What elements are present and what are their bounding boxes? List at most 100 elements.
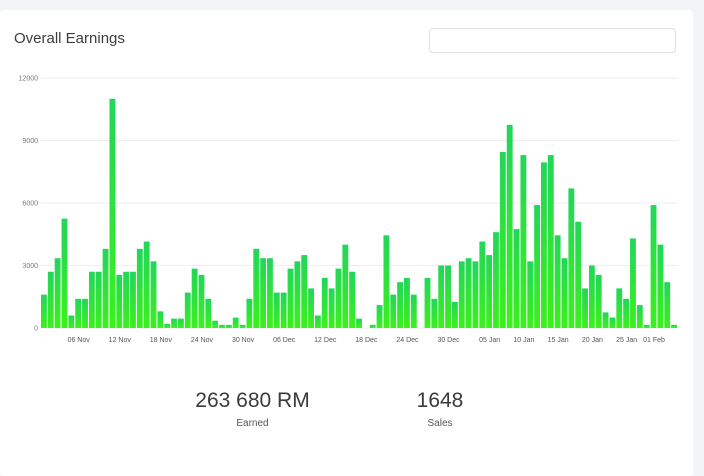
bar[interactable] xyxy=(116,274,123,329)
bar[interactable] xyxy=(219,324,225,329)
bar[interactable] xyxy=(561,258,568,328)
bar[interactable] xyxy=(280,292,287,328)
bar[interactable] xyxy=(541,162,547,329)
bar[interactable] xyxy=(273,292,280,328)
bar[interactable] xyxy=(212,320,219,328)
bar[interactable] xyxy=(267,258,273,328)
bar[interactable] xyxy=(61,218,68,329)
bar[interactable] xyxy=(68,315,75,329)
bar[interactable] xyxy=(383,235,390,328)
bar[interactable] xyxy=(198,274,205,329)
bar[interactable] xyxy=(582,288,588,328)
bar[interactable] xyxy=(657,244,664,328)
bar[interactable] xyxy=(314,315,321,329)
bar[interactable] xyxy=(253,248,260,328)
x-tick-label: 12 Dec xyxy=(314,337,337,344)
bar[interactable] xyxy=(294,261,301,328)
bar[interactable] xyxy=(554,235,561,328)
x-tick-label: 01 Feb xyxy=(643,337,665,344)
bar[interactable] xyxy=(506,124,513,329)
bar[interactable] xyxy=(335,268,342,329)
x-tick-label: 24 Nov xyxy=(191,337,214,344)
bar[interactable] xyxy=(493,232,499,328)
bar[interactable] xyxy=(575,221,582,328)
bar[interactable] xyxy=(82,298,88,328)
bar[interactable] xyxy=(671,324,677,329)
bar[interactable] xyxy=(424,278,431,328)
bar[interactable] xyxy=(376,305,383,328)
bar[interactable] xyxy=(595,274,602,329)
y-tick-label: 0 xyxy=(34,326,38,333)
bar[interactable] xyxy=(534,205,541,328)
bar[interactable] xyxy=(486,255,493,328)
bar[interactable] xyxy=(499,151,506,328)
bar[interactable] xyxy=(664,282,671,328)
bar[interactable] xyxy=(246,298,253,328)
bar[interactable] xyxy=(369,324,376,329)
bar[interactable] xyxy=(191,268,198,329)
bar[interactable] xyxy=(445,265,451,329)
bar[interactable] xyxy=(513,229,520,328)
bar[interactable] xyxy=(260,258,267,328)
bar[interactable] xyxy=(547,155,554,328)
bar[interactable] xyxy=(239,324,246,329)
bar[interactable] xyxy=(568,188,575,328)
bar[interactable] xyxy=(328,288,335,328)
bar[interactable] xyxy=(404,278,410,328)
bar[interactable] xyxy=(88,271,95,328)
bar[interactable] xyxy=(321,278,328,328)
bar[interactable] xyxy=(650,205,657,328)
bar[interactable] xyxy=(609,317,616,328)
bar[interactable] xyxy=(95,271,102,328)
bar[interactable] xyxy=(171,318,177,329)
bar[interactable] xyxy=(643,324,650,329)
bar[interactable] xyxy=(75,298,82,328)
bar[interactable] xyxy=(397,282,404,328)
bar[interactable] xyxy=(143,241,150,328)
bar[interactable] xyxy=(184,292,191,328)
x-tick-label: 30 Dec xyxy=(437,337,460,344)
bar[interactable] xyxy=(588,265,595,329)
bar[interactable] xyxy=(451,301,458,328)
bar[interactable] xyxy=(177,318,184,329)
bar[interactable] xyxy=(410,294,417,328)
bar[interactable] xyxy=(623,298,630,328)
bar[interactable] xyxy=(520,155,527,328)
bar[interactable] xyxy=(602,312,609,329)
bar[interactable] xyxy=(123,271,130,328)
bar[interactable] xyxy=(301,255,308,328)
bar[interactable] xyxy=(54,258,61,328)
x-tick-label: 05 Jan xyxy=(479,337,500,344)
bar[interactable] xyxy=(458,261,465,328)
bar[interactable] xyxy=(616,288,623,328)
bar[interactable] xyxy=(157,311,164,328)
bar[interactable] xyxy=(136,248,143,328)
bar[interactable] xyxy=(47,271,54,328)
bar[interactable] xyxy=(150,261,157,328)
bar[interactable] xyxy=(225,324,232,329)
bar[interactable] xyxy=(287,268,294,329)
bar[interactable] xyxy=(232,317,239,328)
bar[interactable] xyxy=(431,298,438,328)
bar[interactable] xyxy=(205,298,212,328)
bar[interactable] xyxy=(479,241,486,328)
bar[interactable] xyxy=(630,238,636,328)
bar[interactable] xyxy=(636,305,643,328)
bar[interactable] xyxy=(527,261,534,328)
bar[interactable] xyxy=(41,294,47,328)
x-tick-label: 24 Dec xyxy=(396,337,419,344)
bar[interactable] xyxy=(109,98,116,328)
bar[interactable] xyxy=(390,294,397,328)
bar[interactable] xyxy=(356,318,362,329)
bar[interactable] xyxy=(472,261,479,328)
bar[interactable] xyxy=(130,271,136,328)
bar[interactable] xyxy=(102,248,109,328)
bar[interactable] xyxy=(438,265,445,329)
bar[interactable] xyxy=(342,244,349,328)
earned-value: 263 680 RM xyxy=(195,389,310,412)
bar[interactable] xyxy=(308,288,314,328)
bar[interactable] xyxy=(349,271,356,328)
bar[interactable] xyxy=(164,323,171,328)
bar[interactable] xyxy=(465,258,472,328)
x-tick-label: 15 Jan xyxy=(548,337,569,344)
